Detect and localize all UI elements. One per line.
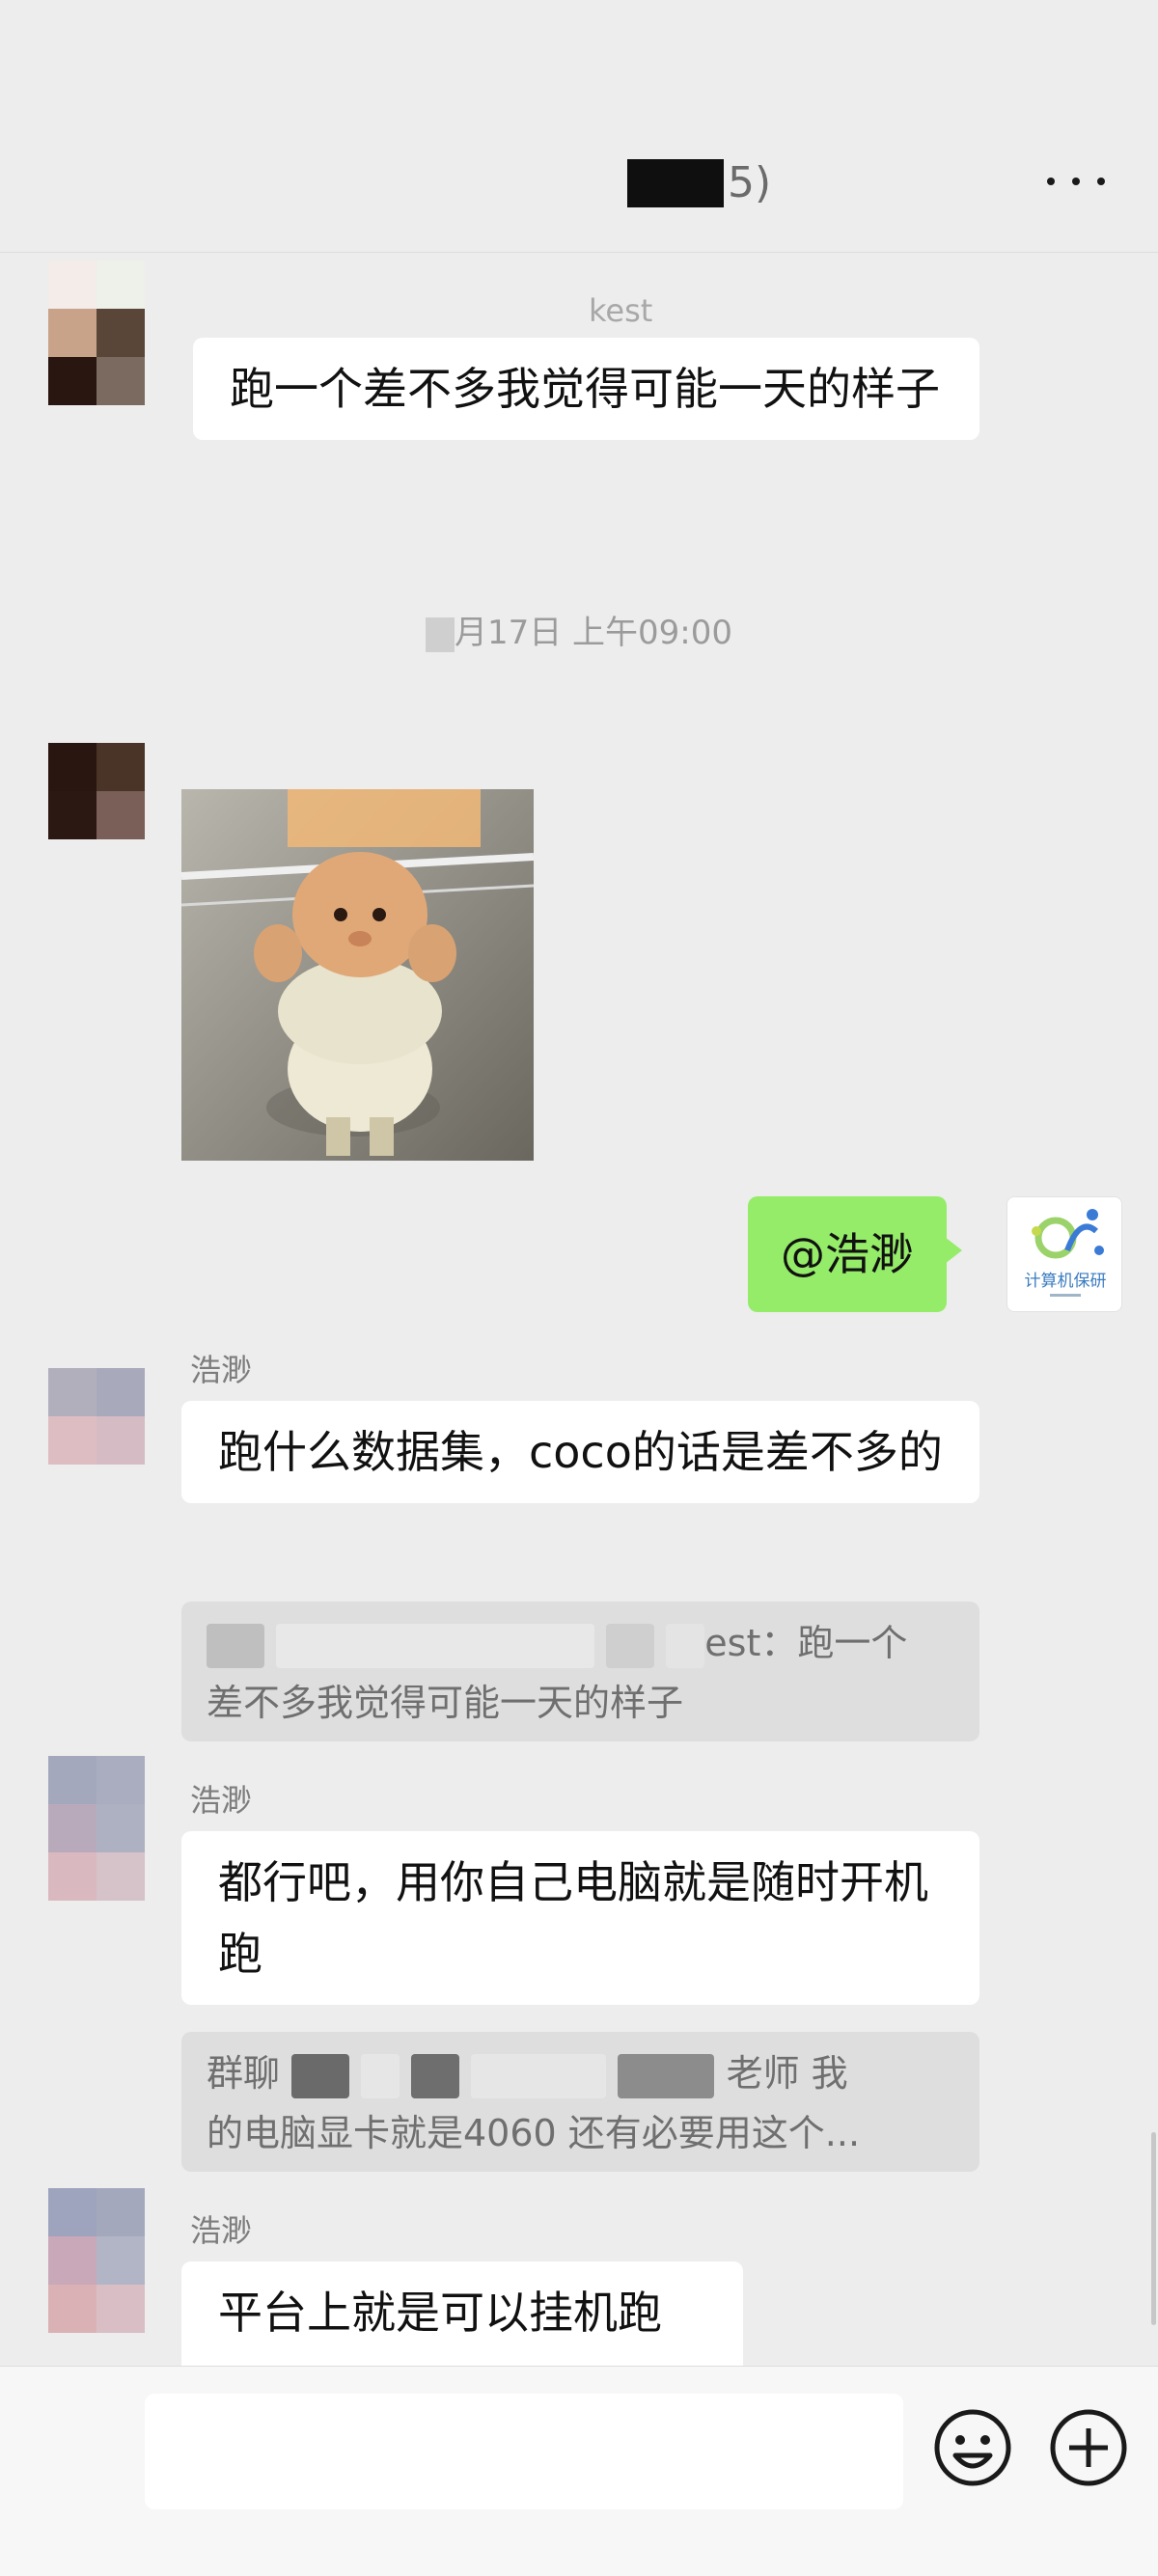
sender-name: kest	[589, 292, 653, 329]
message-timestamp: 月17日 上午09:00	[0, 610, 1158, 656]
avatar[interactable]	[48, 743, 145, 839]
quote-line-2: 的电脑显卡就是4060 还有必要用这个...	[207, 2112, 861, 2154]
teddy-image	[181, 789, 534, 1161]
quoted-message[interactable]: est：跑一个 差不多我觉得可能一天的样子	[181, 1602, 979, 1741]
sender-name: 浩渺	[190, 2212, 253, 2249]
sender-name: 浩渺	[190, 1782, 253, 1819]
message-bubble[interactable]: 平台上就是可以挂机跑	[181, 2261, 743, 2366]
message-bubble[interactable]: 都行吧，用你自己电脑就是随时开机跑	[181, 1831, 979, 2005]
input-bar	[0, 2366, 1158, 2576]
svg-text:计算机保研: 计算机保研	[1025, 1272, 1107, 1291]
my-avatar[interactable]: 计算机保研	[1006, 1196, 1122, 1312]
my-message-bubble[interactable]: @浩渺	[748, 1196, 962, 1312]
quote-line-1: est：跑一个	[207, 1613, 954, 1673]
avatar[interactable]	[48, 260, 145, 405]
avatar-lower	[48, 2285, 145, 2333]
avatar[interactable]	[48, 1756, 145, 1901]
title-member-count: 5)	[728, 158, 772, 207]
quote-line-1: 群聊 老师 我	[207, 2043, 954, 2103]
avatar[interactable]	[48, 1368, 145, 1465]
avatar[interactable]	[48, 2188, 145, 2285]
message-bubble[interactable]: 跑一个差不多我觉得可能一天的样子	[193, 338, 979, 440]
emoji-icon[interactable]	[932, 2407, 1013, 2488]
message-input[interactable]	[145, 2394, 903, 2509]
message-bubble[interactable]: 跑什么数据集，coco的话是差不多的	[181, 1401, 979, 1503]
quoted-message[interactable]: 群聊 老师 我 的电脑显卡就是4060 还有必要用这个...	[181, 2032, 979, 2172]
plus-icon[interactable]	[1048, 2407, 1129, 2488]
quote-line-2: 差不多我觉得可能一天的样子	[207, 1682, 684, 1724]
timestamp-redaction	[425, 617, 455, 652]
scrollbar[interactable]	[1151, 2132, 1156, 2325]
image-message[interactable]	[181, 789, 534, 1161]
logo-icon: 计算机保研	[1025, 1209, 1107, 1297]
more-dots-icon[interactable]	[1047, 162, 1105, 201]
chat-title: 5)	[627, 154, 771, 212]
title-redaction	[627, 159, 724, 207]
sender-name: 浩渺	[190, 1352, 253, 1388]
chat-header: 5)	[0, 0, 1158, 253]
